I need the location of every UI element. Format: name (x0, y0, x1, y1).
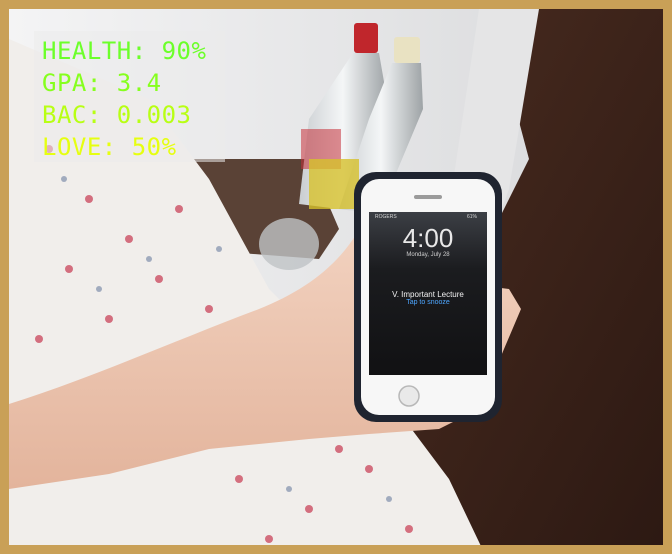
love-stat: LOVE: 50% (42, 133, 177, 161)
shot-glass (259, 218, 319, 270)
phone-battery: 61% (467, 214, 478, 220)
alarm-title: V. Important Lecture (392, 290, 464, 299)
stats-overlay: HEALTH: 90% GPA: 3.4 BAC: 0.003 LOVE: 50… (34, 31, 225, 162)
lockscreen-date: Monday, July 28 (406, 252, 450, 258)
phone-carrier: ROGERS (375, 214, 397, 220)
health-stat: HEALTH: 90% (42, 37, 207, 65)
snooze-button[interactable]: Tap to snooze (369, 299, 487, 306)
bac-stat: BAC: 0.003 (42, 101, 192, 129)
photo-frame: ROGERS 61% 4:00 Monday, July 28 V. Impor… (0, 0, 672, 554)
gpa-stat: GPA: 3.4 (42, 69, 162, 97)
lockscreen-time: 4:00 (402, 223, 454, 253)
